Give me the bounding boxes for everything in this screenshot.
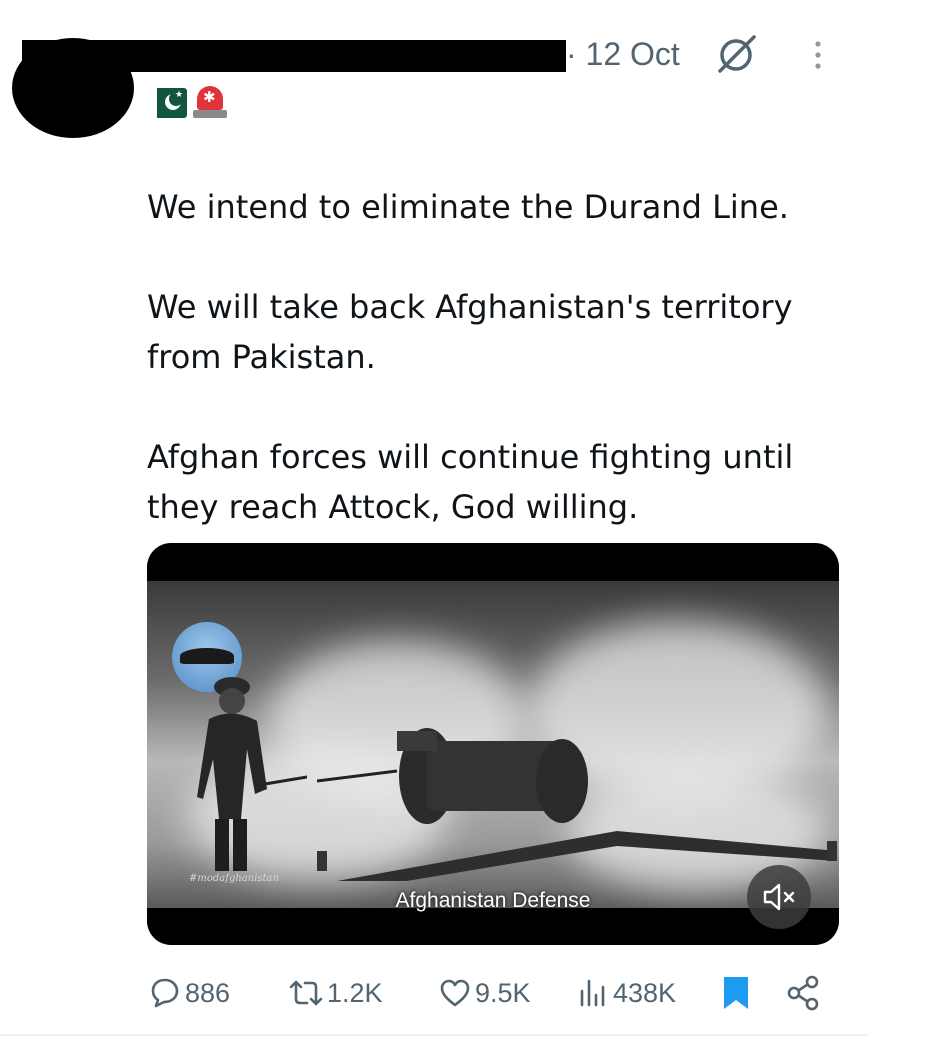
bio-emoji-row: ★ bbox=[147, 86, 227, 118]
share-icon bbox=[787, 975, 819, 1011]
repost-button[interactable]: 1.2K bbox=[287, 970, 383, 1016]
like-button[interactable]: 9.5K bbox=[437, 970, 531, 1016]
views-count: 438K bbox=[613, 977, 677, 1008]
like-count: 9.5K bbox=[475, 977, 531, 1008]
post-date[interactable]: · 12 Oct bbox=[566, 34, 680, 74]
tweet-paragraph: We will take back Afghanistan's territor… bbox=[147, 288, 793, 376]
rotating-light-icon bbox=[193, 84, 227, 118]
mute-button[interactable] bbox=[747, 865, 811, 929]
tweet-paragraph: We intend to eliminate the Durand Line. bbox=[147, 188, 789, 226]
views-button[interactable]: 438K bbox=[575, 970, 676, 1016]
reply-count: 886 bbox=[185, 977, 231, 1008]
pakistan-flag-icon: ★ bbox=[147, 88, 187, 118]
repost-icon bbox=[289, 980, 323, 1006]
tweet-actions: 886 1.2K 9.5K 438K bbox=[147, 970, 847, 1016]
share-button[interactable] bbox=[785, 970, 823, 1016]
bookmark-icon bbox=[724, 977, 748, 1009]
volume-muted-icon bbox=[763, 883, 795, 911]
views-chart-icon bbox=[580, 979, 605, 1007]
divider bbox=[0, 1034, 868, 1036]
video-caption: Afghanistan Defense bbox=[395, 889, 591, 912]
reply-button[interactable]: 886 bbox=[147, 970, 230, 1016]
artillery-gun bbox=[317, 728, 837, 881]
repost-count: 1.2K bbox=[327, 977, 383, 1008]
heart-icon bbox=[440, 979, 470, 1007]
display-name-redacted[interactable] bbox=[22, 40, 566, 72]
grok-icon[interactable] bbox=[714, 33, 758, 75]
tweet-text: We intend to eliminate the Durand Line. … bbox=[147, 182, 847, 582]
video-frame[interactable]: #modafghanistan bbox=[147, 581, 839, 908]
video-watermark: #modafghanistan bbox=[189, 873, 279, 884]
reply-icon bbox=[151, 978, 179, 1008]
more-vertical-icon[interactable] bbox=[808, 36, 828, 74]
bookmark-button[interactable] bbox=[719, 970, 753, 1016]
soldier-figure bbox=[197, 677, 307, 871]
tweet-paragraph: Afghan forces will continue fighting unt… bbox=[147, 438, 794, 526]
video-player[interactable]: #modafghanistan Afghanistan Defense bbox=[147, 543, 839, 945]
